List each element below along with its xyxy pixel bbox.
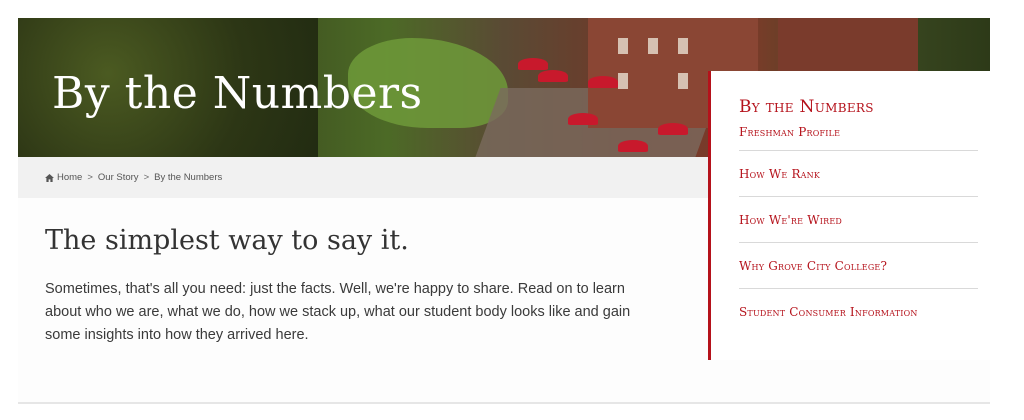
hero-window — [618, 73, 628, 89]
sidebar-title: By the Numbers — [739, 97, 874, 117]
sidebar-nav: By the Numbers Freshman Profile How We R… — [708, 71, 990, 360]
sidebar-list: Freshman Profile How We Rank How We're W… — [739, 123, 978, 335]
page-title: By the Numbers — [52, 68, 423, 119]
breadcrumb-separator: > — [143, 172, 150, 183]
hero-window — [678, 38, 688, 54]
sidebar-item-freshman-profile[interactable]: Freshman Profile — [739, 123, 978, 151]
sidebar-item-why-grove-city[interactable]: Why Grove City College? — [739, 243, 978, 289]
section-heading: The simplest way to say it. — [45, 225, 409, 256]
hero-umbrella — [588, 76, 618, 88]
sidebar-item-how-were-wired[interactable]: How We're Wired — [739, 197, 978, 243]
hero-window — [648, 38, 658, 54]
breadcrumb-separator: > — [87, 172, 93, 183]
hero-umbrella — [658, 123, 688, 135]
hero-building-image — [778, 18, 918, 78]
hero-umbrella — [518, 58, 548, 70]
home-icon — [45, 173, 54, 182]
hero-window — [678, 73, 688, 89]
intro-paragraph: Sometimes, that's all you need: just the… — [45, 281, 631, 343]
breadcrumb-our-story-link[interactable]: Our Story — [98, 172, 139, 183]
breadcrumb: Home > Our Story > By the Numbers — [18, 157, 708, 198]
breadcrumb-home-link[interactable]: Home — [57, 172, 82, 183]
hero-umbrella — [538, 70, 568, 82]
sidebar-item-how-we-rank[interactable]: How We Rank — [739, 151, 978, 197]
hero-umbrella — [618, 140, 648, 152]
hero-umbrella — [568, 113, 598, 125]
sidebar-item-student-consumer-info[interactable]: Student Consumer Information — [739, 289, 978, 335]
hero-window — [618, 38, 628, 54]
footer-divider — [18, 402, 990, 404]
page: By the Numbers Home > Our Story > By the… — [18, 18, 990, 404]
breadcrumb-current: By the Numbers — [154, 172, 223, 183]
